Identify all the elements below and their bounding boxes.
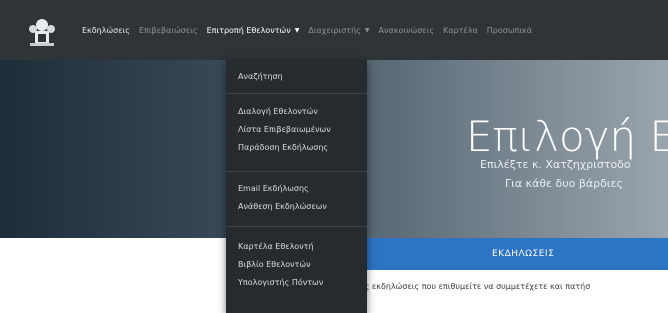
nav-item-administrator[interactable]: Διαχειριστής ▼ (308, 26, 369, 35)
top-navbar: Εκδηλώσεις Επιβεβαιώσεις Επιτροπή Εθελον… (0, 0, 668, 60)
menu-item-volunteer-card[interactable]: Καρτέλα Εθελοντή (238, 242, 314, 251)
nav-item-label: Καρτέλα (443, 25, 478, 35)
tab-events[interactable]: ΕΚΔΗΛΩΣΕΙΣ (492, 249, 554, 259)
nav-item-personal[interactable]: Προσωπικά (487, 26, 532, 35)
menu-item-search[interactable]: Αναζήτηση (238, 72, 283, 81)
menu-divider (226, 93, 367, 94)
nav-item-label: Ανακοινώσεις (378, 25, 435, 35)
nav-menu: Εκδηλώσεις Επιβεβαιώσεις Επιτροπή Εθελον… (82, 0, 541, 60)
hero-subtitle: Επιλέξτε κ. Χατζηχριστοδο (480, 158, 631, 171)
nav-item-card[interactable]: Καρτέλα (443, 26, 478, 35)
hero-title: Επιλογή Εκ (466, 112, 668, 161)
caret-down-icon: ▼ (364, 26, 370, 34)
menu-divider (226, 226, 367, 227)
menu-item-event-assignment[interactable]: Ανάθεση Εκδηλώσεων (238, 202, 327, 211)
nav-item-label: Εκδηλώσεις (82, 25, 130, 35)
menu-item-volunteer-book[interactable]: Βιβλίο Εθελοντών (238, 260, 311, 269)
menu-item-points-calculator[interactable]: Υπολογιστής Πόντων (238, 278, 323, 287)
menu-item-event-handover[interactable]: Παράδοση Εκδήλωσης (238, 143, 328, 152)
nav-item-events[interactable]: Εκδηλώσεις (82, 26, 130, 35)
caret-down-icon: ▼ (294, 26, 300, 34)
menu-item-confirmed-list[interactable]: Λίστα Επιβεβαιωμένων (238, 125, 331, 134)
nav-item-confirmations[interactable]: Επιβεβαιώσεις (139, 26, 198, 35)
events-tab-bar: ΕΚΔΗΛΩΣΕΙΣ (360, 238, 668, 270)
nav-item-volunteer-committee[interactable]: Επιτροπή Εθελοντών ▼ (207, 26, 300, 35)
menu-item-event-email[interactable]: Email Εκδήλωσης (238, 184, 309, 193)
menu-item-volunteer-selection[interactable]: Διαλογή Εθελοντών (238, 107, 318, 116)
nav-item-label: Επιτροπή Εθελοντών (206, 25, 291, 35)
volunteer-committee-dropdown: Αναζήτηση Διαλογή Εθελοντών Λίστα Επιβεβ… (226, 60, 367, 313)
nav-item-label: Επιβεβαιώσεις (138, 25, 198, 35)
nav-item-announcements[interactable]: Ανακοινώσεις (379, 26, 435, 35)
logo-icon[interactable] (22, 13, 62, 49)
nav-item-label: Διαχειριστής (308, 25, 361, 35)
menu-divider (226, 171, 367, 172)
hero-subtitle-secondary: Για κάθε δυο βάρδιες (505, 177, 623, 190)
instructions-text: ις εκδηλώσεις που επιθυμείτε να συμμετέχ… (362, 282, 591, 291)
nav-item-label: Προσωπικά (486, 25, 533, 35)
